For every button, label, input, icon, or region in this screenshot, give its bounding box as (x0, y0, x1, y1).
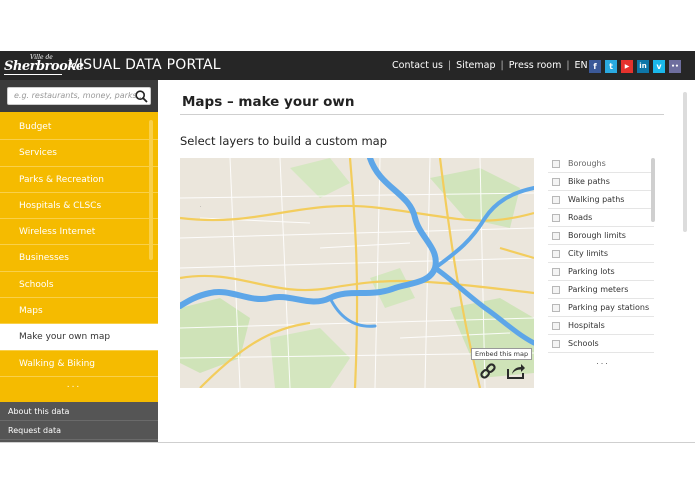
sidebar-scrollbar[interactable] (149, 120, 153, 260)
layer-checkbox[interactable] (552, 250, 560, 258)
layer-item-parking-pay-stations[interactable]: Parking pay stations (548, 299, 654, 317)
layer-item-borough-limits[interactable]: Borough limits (548, 227, 654, 245)
svg-text:·: · (200, 204, 201, 209)
nav-separator: | (566, 60, 570, 71)
layer-label: Bike paths (568, 177, 610, 186)
search-icon[interactable] (135, 90, 148, 103)
sidebar: e.g. restaurants, money, parks... Budget… (0, 80, 158, 442)
linkedin-icon[interactable]: in (637, 60, 649, 73)
sidebar-item-services[interactable]: Services (0, 140, 158, 167)
layer-label: Hospitals (568, 321, 605, 330)
layer-checkbox[interactable] (552, 196, 560, 204)
layer-item-hospitals[interactable]: Hospitals (548, 317, 654, 335)
embed-tooltip: Embed this map (471, 348, 533, 360)
sidebar-more-indicator[interactable]: ... (0, 380, 148, 390)
nav-separator: | (447, 60, 452, 71)
top-nav: Contact us | Sitemap | Press room | EN (392, 60, 588, 71)
main-scrollbar[interactable] (683, 92, 687, 232)
layer-label: Roads (568, 213, 593, 222)
layer-item-boroughs[interactable]: Boroughs (548, 155, 654, 173)
search-area: e.g. restaurants, money, parks... (0, 80, 158, 112)
layer-checkbox[interactable] (552, 322, 560, 330)
share-icon[interactable] (506, 362, 526, 380)
layer-checkbox[interactable] (552, 214, 560, 222)
sidebar-nav: Budget Services Parks & Recreation Hospi… (0, 114, 158, 377)
nav-separator: | (500, 60, 504, 71)
link-icon[interactable] (479, 362, 497, 380)
layer-checkbox[interactable] (552, 304, 560, 312)
layer-item-parking-meters[interactable]: Parking meters (548, 281, 654, 299)
nav-press-room[interactable]: Press room (509, 60, 562, 71)
layers-scrollbar[interactable] (651, 158, 655, 222)
search-input[interactable]: e.g. restaurants, money, parks... (7, 87, 151, 105)
nav-language[interactable]: EN (575, 60, 588, 71)
layer-label: Walking paths (568, 195, 625, 204)
vimeo-icon[interactable]: v (653, 60, 665, 73)
flickr-icon[interactable]: •• (669, 60, 681, 73)
section-subtitle: Select layers to build a custom map (180, 134, 388, 148)
layer-checkbox[interactable] (552, 340, 560, 348)
city-logo[interactable]: Ville de Sherbrooke (4, 54, 84, 77)
nav-sitemap[interactable]: Sitemap (456, 60, 495, 71)
layer-item-roads[interactable]: Roads (548, 209, 654, 227)
layer-checkbox[interactable] (552, 286, 560, 294)
sidebar-item-parks-recreation[interactable]: Parks & Recreation (0, 167, 158, 193)
layers-more-indicator[interactable]: ... (548, 357, 658, 366)
layer-label: Borough limits (568, 231, 626, 240)
layer-label: Schools (568, 339, 599, 348)
sidebar-item-walking-biking[interactable]: Walking & Biking (0, 351, 158, 377)
sidebar-item-schools[interactable]: Schools (0, 272, 158, 299)
sidebar-item-budget[interactable]: Budget (0, 114, 158, 141)
layer-item-city-limits[interactable]: City limits (548, 245, 654, 263)
sidebar-item-businesses[interactable]: Businesses (0, 245, 158, 272)
layer-label: Parking lots (568, 267, 615, 276)
portal-title: VISUAL DATA PORTAL (69, 57, 221, 73)
layer-checkbox[interactable] (552, 178, 560, 186)
facebook-icon[interactable]: f (589, 60, 601, 73)
layer-item-bike-paths[interactable]: Bike paths (548, 173, 654, 191)
youtube-icon[interactable]: ▶ (621, 60, 633, 73)
layers-list: Boroughs Bike paths Walking paths Roads … (548, 155, 654, 353)
logo-underline (4, 74, 62, 75)
nav-contact-us[interactable]: Contact us (392, 60, 443, 71)
sidebar-item-make-your-own-map[interactable]: Make your own map (0, 324, 158, 351)
page-title: Maps – make your own (182, 94, 355, 110)
layer-item-walking-paths[interactable]: Walking paths (548, 191, 654, 209)
sidebar-footer: About this data Request data (0, 402, 158, 442)
layer-item-schools[interactable]: Schools (548, 335, 654, 353)
twitter-icon[interactable]: t (605, 60, 617, 73)
about-this-data-link[interactable]: About this data (0, 402, 158, 421)
layer-checkbox[interactable] (552, 160, 560, 168)
layer-label: Parking meters (568, 285, 629, 294)
sidebar-item-wireless-internet[interactable]: Wireless Internet (0, 219, 158, 246)
layer-checkbox[interactable] (552, 232, 560, 240)
request-data-link[interactable]: Request data (0, 421, 158, 440)
top-bar: Ville de Sherbrooke VISUAL DATA PORTAL C… (0, 51, 695, 80)
sidebar-item-hospitals-clscs[interactable]: Hospitals & CLSCs (0, 193, 158, 220)
layer-item-parking-lots[interactable]: Parking lots (548, 263, 654, 281)
layer-label: Boroughs (568, 159, 606, 168)
layer-label: Parking pay stations (568, 303, 650, 312)
sidebar-item-maps[interactable]: Maps (0, 298, 158, 325)
title-divider (180, 114, 664, 115)
layer-label: City limits (568, 249, 608, 258)
layer-checkbox[interactable] (552, 268, 560, 276)
